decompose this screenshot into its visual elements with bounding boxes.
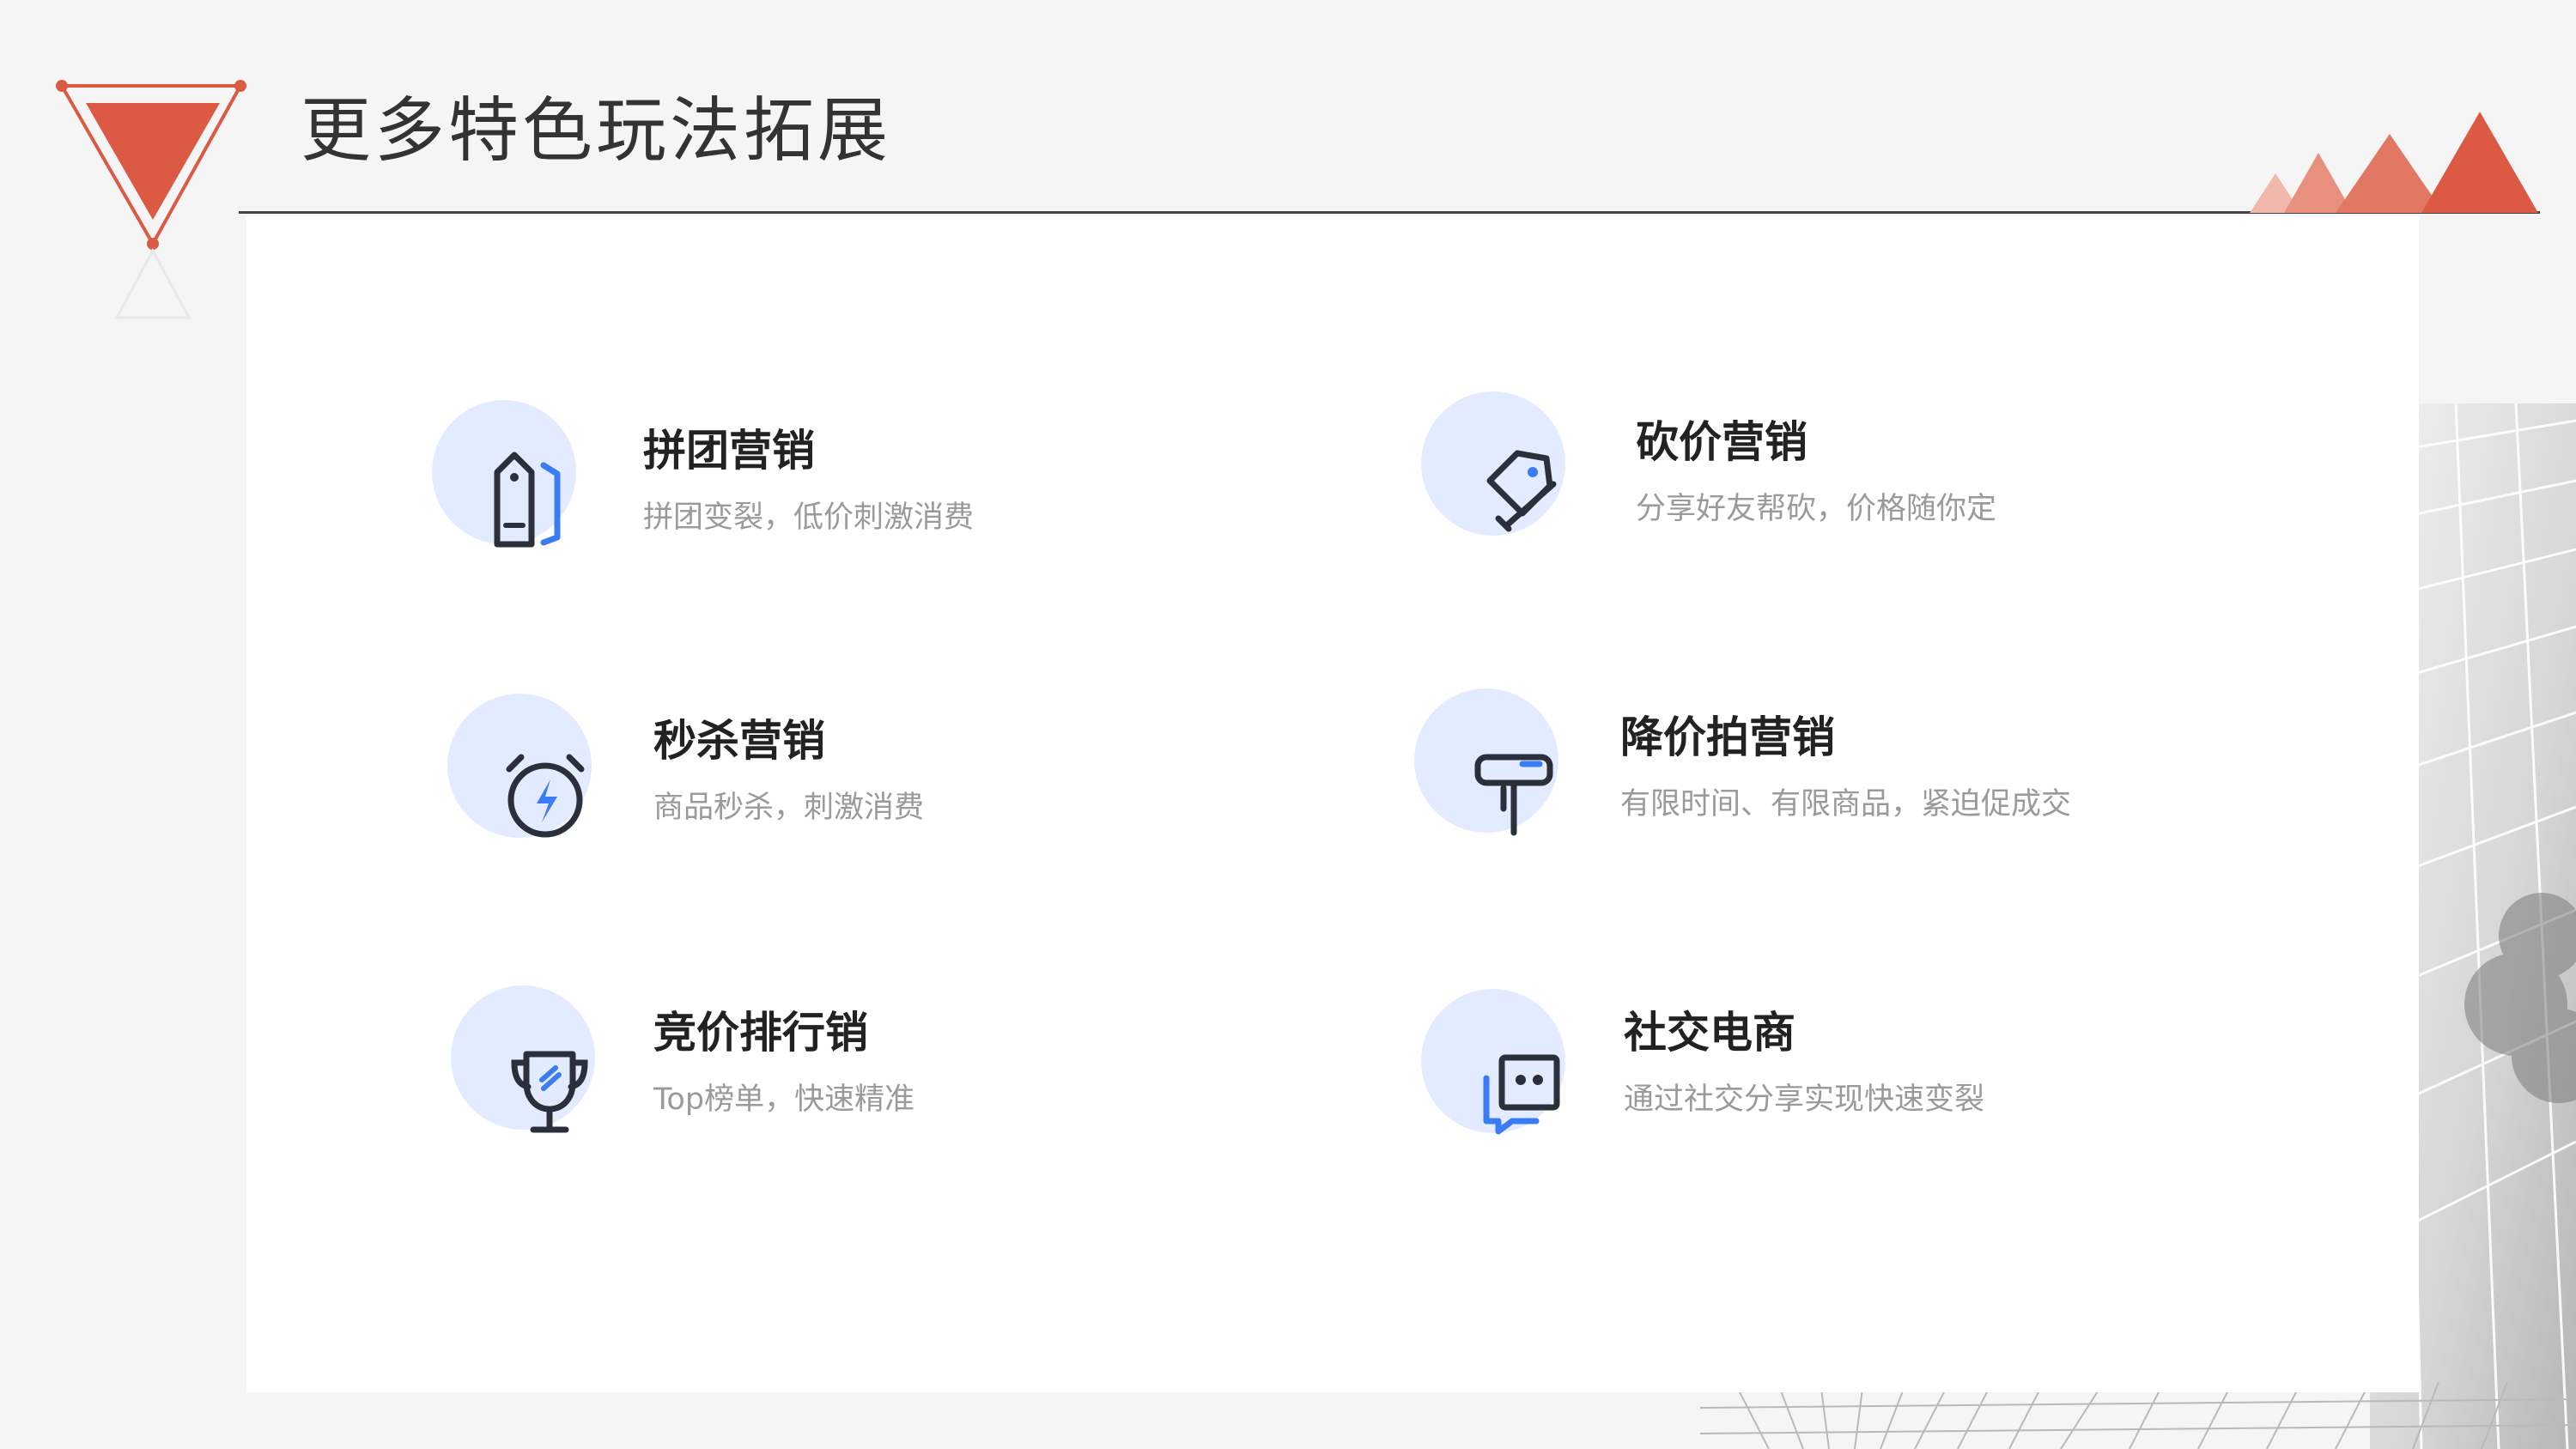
feature-icon-wrap (451, 985, 623, 1157)
chat-icon (1483, 1054, 1560, 1135)
feature-description: 有限时间、有限商品，紧迫促成交 (1620, 787, 2072, 822)
feature-description: 通过社交分享实现快速变裂 (1624, 1082, 1985, 1117)
hammer-icon (1474, 754, 1553, 836)
feature-title: 降价拍营销 (1620, 712, 1835, 762)
feature-icon-wrap (1414, 688, 1586, 860)
feature-title: 社交电商 (1624, 1008, 1795, 1058)
feature-title: 秒杀营销 (653, 716, 825, 766)
trophy-icon (511, 1051, 588, 1133)
cut-price-tag-icon (1486, 450, 1557, 532)
features-card: 拼团营销 拼团变裂，低价刺激消费 砍价营销 分享好友帮砍，价格随你定 秒杀营销 … (246, 216, 2419, 1392)
feature-title: 竞价排行销 (653, 1008, 868, 1058)
feature-description: Top榜单，快速精准 (653, 1082, 915, 1117)
feature-description: 分享好友帮砍，价格随你定 (1636, 492, 1997, 526)
alarm-clock-icon (506, 754, 585, 838)
feature-icon-wrap (1421, 391, 1593, 563)
feature-title: 砍价营销 (1636, 417, 1807, 467)
feature-title: 拼团营销 (643, 426, 815, 476)
feature-icon-wrap (447, 694, 619, 865)
feature-icon-wrap (1421, 989, 1593, 1161)
feature-icon-wrap (432, 400, 604, 572)
page-title: 更多特色玩法拓展 (301, 90, 892, 172)
triangle-logo-icon (56, 80, 246, 319)
price-tag-icon (494, 452, 561, 548)
feature-description: 商品秒杀，刺激消费 (653, 791, 925, 825)
mountains-decoration-icon (2250, 112, 2538, 213)
title-divider (239, 211, 2540, 214)
feature-description: 拼团变裂，低价刺激消费 (643, 500, 975, 535)
